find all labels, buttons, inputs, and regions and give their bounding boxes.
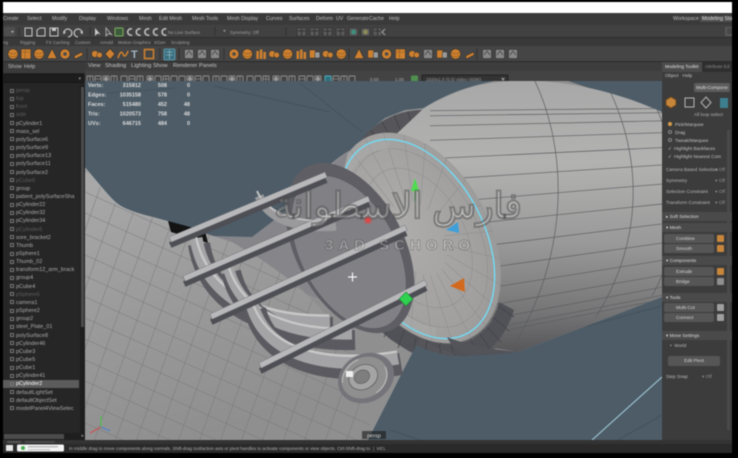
svg-text:315812: 315812 [123,83,141,89]
svg-text:0: 0 [187,93,190,99]
svg-text:48: 48 [184,112,190,118]
svg-text:فارس الاسطوانة: فارس الاسطوانة [274,185,522,228]
svg-text:Tris:: Tris: [88,112,100,118]
svg-text:0: 0 [187,121,190,127]
svg-text:Symmetry: Off: Symmetry: Off [230,30,259,35]
svg-text:Verts:: Verts: [88,83,103,89]
svg-text:646715: 646715 [123,121,141,127]
svg-text:UVs:: UVs: [88,121,101,127]
svg-text:508: 508 [158,83,167,89]
svg-text:452: 452 [158,102,167,108]
svg-text:48: 48 [184,102,190,108]
svg-text:758: 758 [158,112,167,118]
svg-text:1035158: 1035158 [120,93,141,99]
svg-text:484: 484 [158,121,168,127]
svg-text:Edges:: Edges: [88,93,107,99]
svg-text:578: 578 [158,93,167,99]
svg-text:3AD SCHORO: 3AD SCHORO [325,237,475,254]
svg-text:1020573: 1020573 [120,112,141,118]
svg-text:persp: persp [367,434,381,440]
svg-text:Faces:: Faces: [88,102,106,108]
svg-text:515480: 515480 [123,102,141,108]
svg-text:T: T [131,49,138,61]
svg-text:0: 0 [187,83,190,89]
svg-text:No Live Surface: No Live Surface [168,30,201,35]
